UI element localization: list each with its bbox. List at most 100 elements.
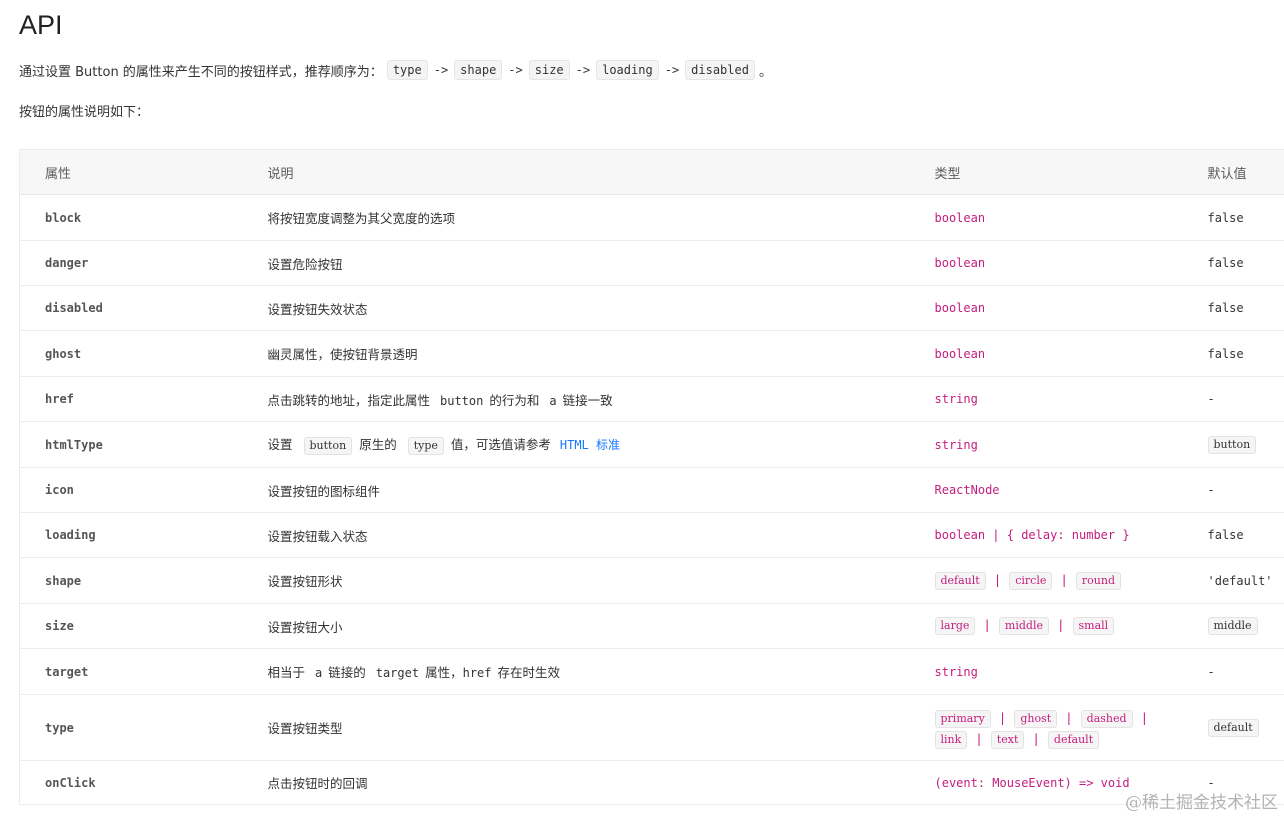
type-separator: | — [1065, 709, 1073, 725]
prop-type: ReactNode — [909, 467, 1183, 513]
order-code-disabled: disabled — [685, 60, 755, 80]
order-code-size: size — [528, 60, 570, 80]
desc-inline-code: a — [549, 393, 557, 408]
prop-default: default — [1182, 694, 1284, 761]
prop-default: button — [1182, 421, 1284, 468]
api-table: 属性 说明 类型 默认值 block 将按钮宽度调整为其父宽度的选项 boole… — [19, 149, 1284, 805]
order-code-type: type — [386, 60, 428, 80]
type-separator: | — [983, 617, 991, 632]
prop-name: ghost — [19, 330, 243, 377]
table-row: size 设置按钮大小 large | middle | small middle — [19, 603, 1284, 649]
prop-name: size — [19, 603, 243, 649]
prop-default: false — [1182, 512, 1284, 558]
prop-type: boolean — [909, 240, 1183, 286]
table-row: href 点击跳转的地址，指定此属性 button 的行为和 a 链接一致 stri… — [19, 376, 1284, 422]
prop-desc: 设置按钮形状 — [242, 557, 910, 604]
order-arrow: -> — [433, 63, 449, 77]
type-option-tag: circle — [1009, 571, 1053, 590]
desc-code-tag: type — [407, 437, 444, 455]
prop-default: false — [1182, 285, 1284, 331]
desc-inline-code: a — [315, 666, 323, 680]
table-row: onClick 点击按钮时的回调 (event: MouseEvent) => … — [19, 760, 1284, 805]
table-row: target 相当于 a 链接的 target 属性，href 存在时生效 strin… — [19, 648, 1284, 695]
desc-text: 的行为和 — [489, 392, 540, 408]
type-option-tag: dashed — [1080, 709, 1133, 728]
prop-desc: 设置按钮的图标组件 — [242, 467, 910, 513]
desc-inline-code: button — [440, 393, 484, 408]
prop-desc: 设置按钮大小 — [242, 603, 910, 649]
prop-type: large | middle | small — [909, 603, 1183, 649]
order-arrow: -> — [664, 63, 680, 77]
order-code-shape: shape — [454, 60, 503, 80]
prop-default: false — [1182, 194, 1284, 241]
type-separator: | — [998, 709, 1007, 725]
prop-desc: 设置 button 原生的 type 值，可选值请参考 HTML 标准 — [242, 421, 910, 468]
type-separator: | — [993, 571, 1002, 587]
type-option-tag: link — [934, 730, 968, 749]
intro-end: 。 — [758, 64, 772, 80]
prop-name: type — [19, 694, 243, 761]
prop-desc: 设置危险按钮 — [242, 240, 910, 286]
prop-desc: 幽灵属性，使按钮背景透明 — [242, 330, 910, 377]
table-header-row: 属性 说明 类型 默认值 — [19, 149, 1284, 195]
prop-type: default | circle | round — [909, 557, 1183, 604]
type-option-tag: small — [1072, 617, 1115, 635]
type-separator: | — [1060, 571, 1068, 587]
page-title: API — [19, 10, 63, 40]
table-row: danger 设置危险按钮 boolean false — [19, 240, 1284, 286]
header-description: 说明 — [242, 149, 910, 195]
desc-text: 存在时生效 — [497, 665, 561, 680]
html-standard-link[interactable]: HTML 标准 — [560, 438, 620, 452]
type-separator: | — [1032, 730, 1040, 746]
prop-desc: 点击跳转的地址，指定此属性 button 的行为和 a 链接一致 — [242, 376, 910, 422]
type-option-tag: primary — [934, 709, 991, 728]
prop-type: string — [909, 421, 1183, 468]
desc-inline-code: href — [462, 666, 492, 680]
prop-name: target — [19, 648, 243, 695]
desc-text: 值，可选值请参考 — [450, 437, 551, 452]
prop-type: boolean — [909, 285, 1183, 331]
desc-text: 链接一致 — [562, 392, 613, 408]
prop-desc: 相当于 a 链接的 target 属性，href 存在时生效 — [242, 648, 910, 695]
prop-desc: 点击按钮时的回调 — [242, 760, 910, 805]
prop-type: string — [909, 376, 1183, 422]
order-arrow: -> — [575, 63, 591, 77]
prop-name: href — [19, 376, 243, 422]
default-tag: button — [1207, 435, 1257, 454]
table-row: htmlType 设置 button 原生的 type 值，可选值请参考 HTML … — [19, 421, 1284, 468]
desc-text: 设置 — [267, 437, 293, 452]
prop-default: - — [1182, 376, 1284, 422]
prop-name: shape — [19, 557, 243, 604]
desc-text: 点击跳转的地址，指定此属性 — [267, 392, 431, 408]
header-property: 属性 — [19, 149, 243, 195]
prop-name: danger — [19, 240, 243, 286]
order-code-loading: loading — [596, 60, 659, 80]
table-row: ghost 幽灵属性，使按钮背景透明 boolean false — [19, 330, 1284, 377]
prop-type: boolean | { delay: number } — [909, 512, 1183, 558]
prop-name: icon — [19, 467, 243, 513]
prop-name: htmlType — [19, 421, 243, 468]
prop-desc: 设置按钮载入状态 — [242, 512, 910, 558]
desc-text: 相当于 — [267, 665, 306, 680]
prop-type: boolean — [909, 194, 1183, 241]
prop-name: block — [19, 194, 243, 241]
header-type: 类型 — [909, 149, 1183, 195]
header-default: 默认值 — [1182, 149, 1284, 195]
prop-desc: 设置按钮失效状态 — [242, 285, 910, 331]
prop-default: false — [1182, 330, 1284, 377]
type-option-tag: ghost — [1014, 709, 1058, 728]
type-separator: | — [1140, 709, 1149, 725]
default-tag: default — [1207, 718, 1259, 737]
watermark: @稀土掘金技术社区 — [1125, 793, 1278, 813]
default-tag: middle — [1207, 617, 1258, 635]
type-option-tag: large — [934, 617, 976, 635]
subintro-text: 按钮的属性说明如下： — [19, 105, 150, 120]
prop-default: middle — [1182, 603, 1284, 649]
prop-desc: 将按钮宽度调整为其父宽度的选项 — [242, 194, 910, 241]
type-separator: | — [1056, 617, 1065, 632]
prop-name: disabled — [19, 285, 243, 331]
prop-name: onClick — [19, 760, 243, 805]
table-row: shape 设置按钮形状 default | circle | round 'defau… — [19, 557, 1284, 604]
type-option-tag: default — [934, 571, 986, 590]
type-separator: | — [975, 730, 983, 746]
